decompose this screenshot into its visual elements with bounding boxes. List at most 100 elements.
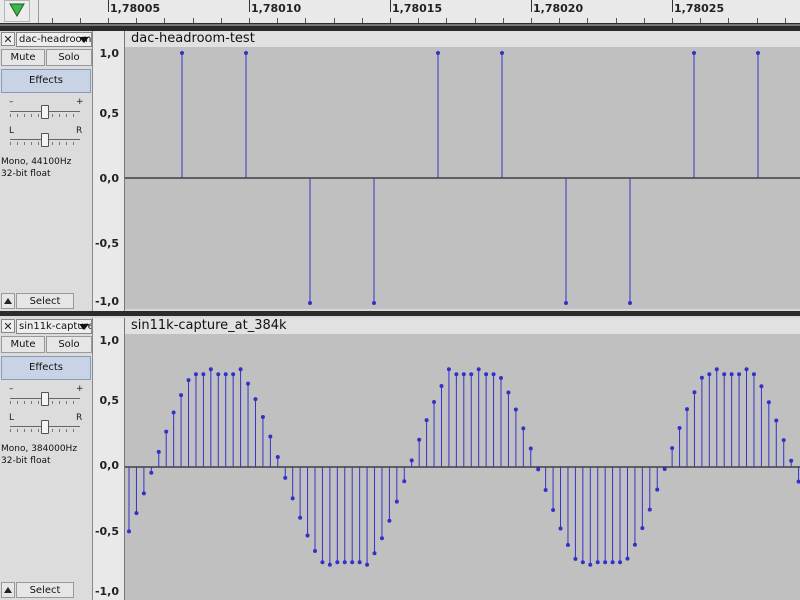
collapse-track-button[interactable] (1, 582, 15, 598)
sample-point (156, 449, 161, 454)
sample-point (610, 560, 615, 565)
track-format-info: Mono, 384000Hz 32-bit float (1, 443, 77, 467)
pan-slider-thumb[interactable] (41, 420, 49, 434)
timeline-major-tick (531, 0, 532, 12)
ruler-label-lower-mid: -0,5 (94, 525, 119, 538)
timeline-ruler[interactable]: 1,78005 1,78010 1,78015 1,78020 1,78025 (0, 0, 800, 24)
chevron-down-icon (79, 324, 89, 330)
sample-point (756, 51, 760, 55)
track-control-panel: ✕ dac-headroom-test Mute Solo Effects – … (0, 31, 93, 311)
sample-point (253, 397, 258, 402)
sample-point (500, 51, 504, 55)
sample-point (729, 372, 734, 377)
green-triangle-down-icon (9, 3, 25, 17)
triangle-up-icon (4, 587, 12, 593)
ruler-label-upper-mid: 0,5 (99, 394, 120, 407)
solo-button[interactable]: Solo (46, 336, 92, 353)
select-track-button[interactable]: Select (16, 293, 74, 309)
sample-point (260, 414, 265, 419)
sample-point (372, 301, 376, 305)
sample-point (417, 437, 422, 442)
sample-point (625, 556, 630, 561)
select-track-button[interactable]: Select (16, 582, 74, 598)
effects-button[interactable]: Effects (1, 69, 91, 93)
audio-track[interactable]: ✕ dac-headroom-test Mute Solo Effects – … (0, 31, 800, 311)
pan-slider-thumb[interactable] (41, 133, 49, 147)
sample-point (313, 548, 317, 553)
sample-point (722, 372, 727, 377)
mute-button[interactable]: Mute (1, 49, 45, 66)
ruler-label-lower-mid: -0,5 (94, 237, 119, 250)
sample-point (424, 418, 429, 423)
track-name-menu[interactable]: sin11k-capture_at_384k (16, 319, 92, 334)
play-head-button[interactable] (4, 0, 30, 22)
sample-point (521, 426, 526, 431)
effects-button[interactable]: Effects (1, 356, 91, 380)
timeline-major-tick (390, 0, 391, 12)
ruler-divider (38, 0, 39, 23)
sample-point (372, 551, 377, 556)
sample-point (789, 458, 794, 463)
sample-point (180, 51, 184, 55)
gain-slider[interactable] (8, 392, 82, 406)
sample-point (692, 390, 697, 395)
sample-point (536, 467, 541, 472)
close-track-button[interactable]: ✕ (1, 32, 15, 46)
ruler-label-zero: 0,0 (99, 459, 120, 472)
sample-point (640, 526, 645, 531)
sample-point (387, 518, 392, 523)
timeline-major-tick (672, 0, 673, 12)
ruler-label-top: 1,0 (99, 334, 120, 347)
sample-point (149, 470, 154, 475)
sample-point (628, 301, 632, 305)
sample-point (461, 372, 466, 377)
gain-slider[interactable] (8, 105, 82, 119)
sample-point (603, 560, 608, 565)
ruler-label-bottom: -1,0 (94, 585, 119, 598)
timeline-major-tick (249, 0, 250, 12)
sample-point (551, 507, 556, 512)
track-bitdepth-text: 32-bit float (1, 456, 51, 466)
sample-point (379, 536, 384, 541)
sample-point (244, 51, 248, 55)
close-track-button[interactable]: ✕ (1, 319, 15, 333)
sample-point (275, 454, 280, 459)
sample-point (499, 375, 503, 380)
sample-point (134, 511, 139, 516)
waveform-display[interactable] (125, 47, 800, 309)
sample-point (446, 367, 451, 372)
track-control-panel: ✕ sin11k-capture_at_384k Mute Solo Effec… (0, 318, 93, 600)
sample-point (543, 488, 548, 493)
timeline-tick-label: 1,78010 (251, 2, 302, 15)
sample-point (685, 407, 689, 412)
sample-point (655, 487, 660, 492)
sample-point (766, 400, 771, 405)
mute-button[interactable]: Mute (1, 336, 45, 353)
amplitude-ruler: 1,0 0,5 0,0 -0,5 -1,0 (93, 31, 125, 311)
sample-point (632, 542, 637, 547)
track-rate-text: Mono, 44100Hz (1, 157, 72, 167)
collapse-track-button[interactable] (1, 293, 15, 309)
pan-slider[interactable] (8, 420, 82, 434)
sample-point (565, 542, 570, 547)
sample-point (677, 425, 682, 430)
waveform-display[interactable] (125, 334, 800, 600)
gain-slider-thumb[interactable] (41, 392, 49, 406)
sample-point (409, 458, 414, 463)
sample-point (476, 367, 481, 372)
sample-point (737, 372, 742, 377)
solo-button[interactable]: Solo (46, 49, 92, 66)
sample-point (327, 562, 332, 567)
sample-point (595, 560, 600, 565)
sample-point (223, 372, 228, 377)
sample-point (439, 383, 444, 388)
sample-point (781, 438, 786, 443)
sample-point (268, 434, 273, 439)
sample-point (432, 399, 437, 404)
track-name-menu[interactable]: dac-headroom-test (16, 32, 92, 47)
gain-slider-thumb[interactable] (41, 105, 49, 119)
sample-point (588, 562, 593, 567)
audio-track[interactable]: ✕ sin11k-capture_at_384k Mute Solo Effec… (0, 318, 800, 600)
sample-point (308, 301, 312, 305)
pan-slider[interactable] (8, 133, 82, 147)
